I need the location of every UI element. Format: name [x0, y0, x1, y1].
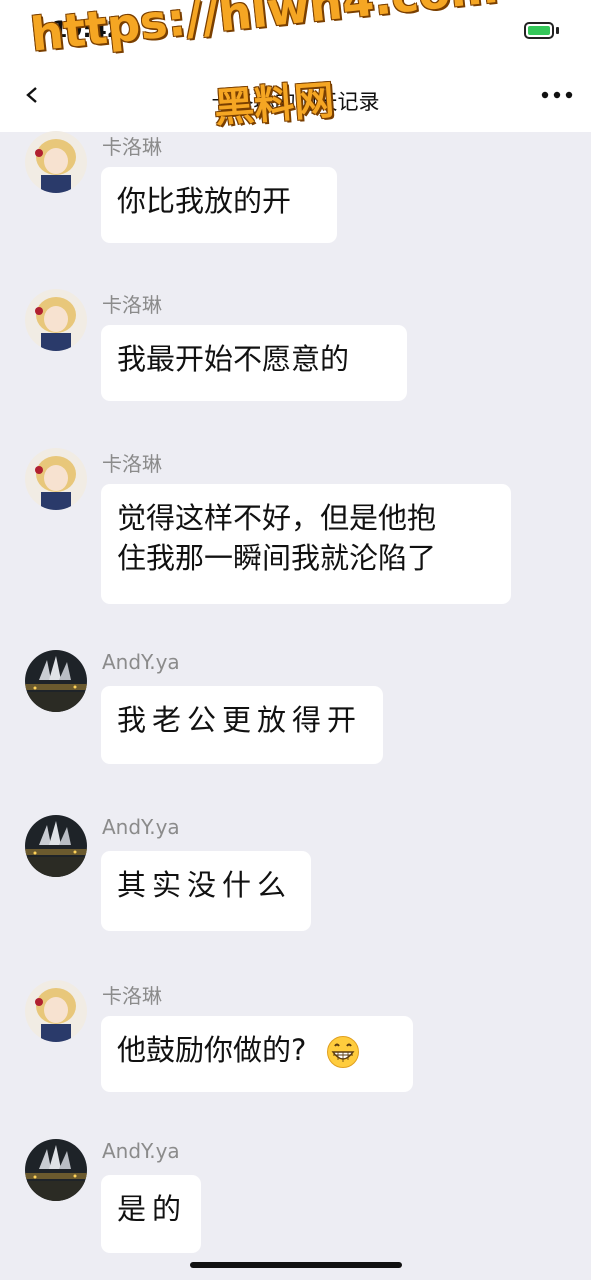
avatar[interactable] [25, 448, 87, 510]
sender-name: 卡洛琳 [102, 452, 162, 476]
avatar[interactable] [25, 1139, 87, 1201]
message-bubble[interactable]: 你比我放的开 [101, 167, 337, 243]
sender-name: 卡洛琳 [102, 135, 162, 159]
sender-name: AndY.ya [102, 1139, 180, 1163]
message-text-line: 觉得这样不好，但是他抱 [117, 501, 437, 535]
sender-name: 卡洛琳 [102, 293, 162, 317]
home-indicator[interactable] [190, 1262, 402, 1268]
message-text: 他鼓励你做的? [117, 1033, 307, 1067]
grinning-emoji-icon [326, 1036, 359, 1068]
sender-name: AndY.ya [102, 815, 180, 839]
message-bubble[interactable]: 觉得这样不好，但是他抱 住我那一瞬间我就沦陷了 [101, 484, 511, 604]
message-bubble[interactable]: 我老公更放得开 [101, 686, 383, 764]
message-bubble[interactable]: 我最开始不愿意的 [101, 325, 407, 401]
message-bubble[interactable]: 其实没什么 [101, 851, 311, 931]
sender-name: AndY.ya [102, 650, 180, 674]
avatar[interactable] [25, 131, 87, 193]
message-text: 我老公更放得开 [117, 703, 363, 737]
sender-name: 卡洛琳 [102, 984, 162, 1008]
avatar[interactable] [25, 815, 87, 877]
message-text: 我最开始不愿意的 [117, 342, 350, 376]
message-text: 你比我放的开 [117, 184, 292, 218]
battery-cap [556, 27, 559, 34]
message-text: 其实没什么 [117, 868, 293, 902]
message-text-line: 住我那一瞬间我就沦陷了 [117, 541, 437, 575]
more-dots-icon[interactable] [540, 90, 574, 100]
message-bubble[interactable]: 他鼓励你做的? [101, 1016, 413, 1092]
avatar[interactable] [25, 980, 87, 1042]
message-text: 是的 [117, 1192, 188, 1226]
watermark-site: 黑料网 [212, 77, 336, 132]
message-bubble[interactable]: 是的 [101, 1175, 201, 1253]
avatar[interactable] [25, 289, 87, 351]
battery-charging-icon [524, 22, 554, 39]
avatar[interactable] [25, 650, 87, 712]
